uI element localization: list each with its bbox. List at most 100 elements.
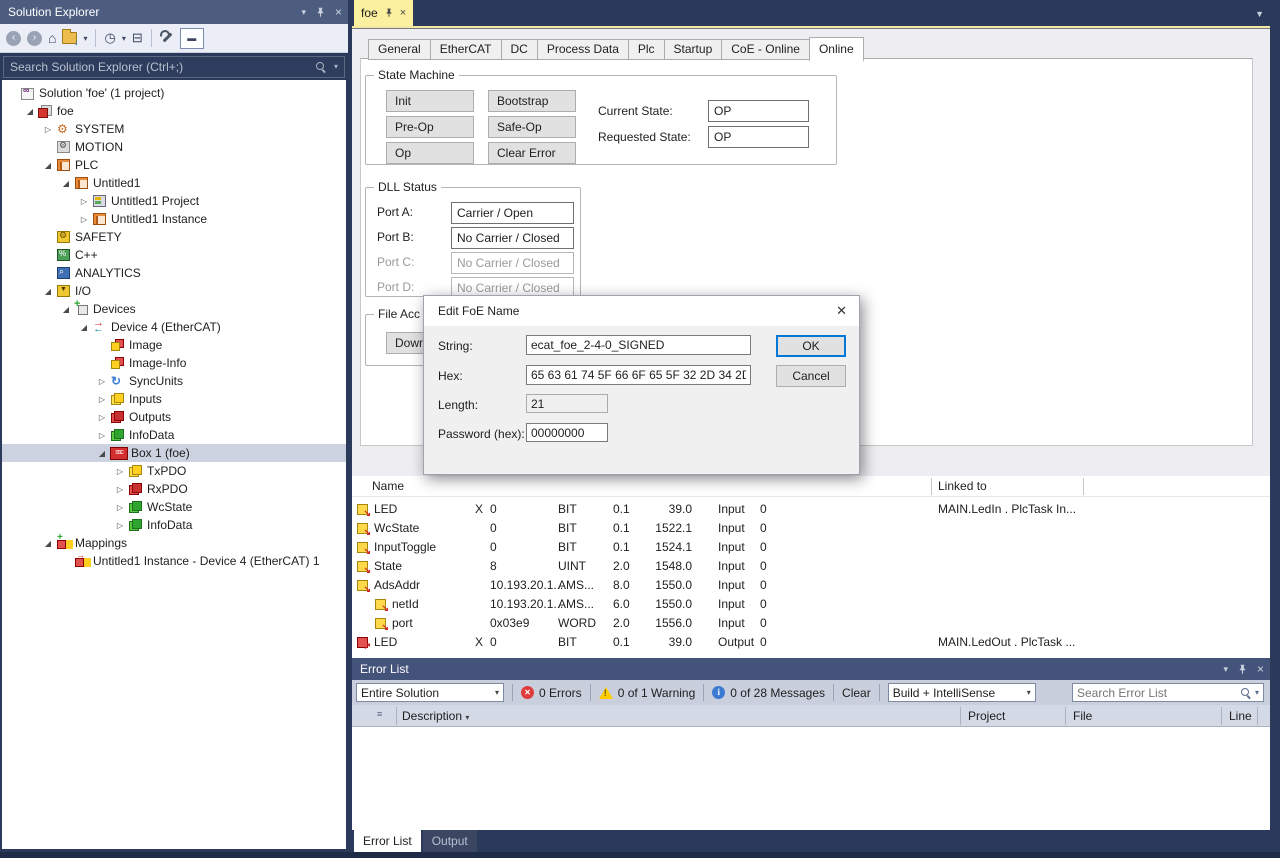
grid-row-state-input[interactable]: State8UINT2.0Input01548.0 [352,557,1270,576]
pre-op-button[interactable]: Pre-Op [386,116,474,138]
pin-icon[interactable] [315,5,326,19]
tree-item-mappings[interactable]: ◢Mappings [2,534,346,552]
tree-item-motion[interactable]: MOTION [2,138,346,156]
tab-general[interactable]: General [368,39,431,60]
error-list-search-box[interactable]: ▾ [1072,683,1264,702]
description-column-header[interactable]: Description ▾ [402,709,469,723]
sync-with-active-document-icon[interactable] [62,32,77,44]
tree-item-untitled1-instance-device-4-ethercat-1[interactable]: Untitled1 Instance - Device 4 (EtherCAT)… [2,552,346,570]
tree-item-safety[interactable]: SAFETY [2,228,346,246]
tab-process-data[interactable]: Process Data [538,39,629,60]
expander-expanded-icon[interactable]: ◢ [58,179,74,188]
panel-tab-error-list[interactable]: Error List [354,830,421,852]
close-icon[interactable]: × [1257,662,1264,676]
scope-dropdown[interactable]: Entire Solution ▾ [356,683,504,702]
tree-item-image[interactable]: Image [2,336,346,354]
clear-error-button[interactable]: Clear Error [488,142,576,164]
chevron-down-icon[interactable]: ▾ [122,34,126,43]
column-divider[interactable] [1257,707,1258,725]
tab-online[interactable]: Online [809,37,864,62]
expander-expanded-icon[interactable]: ◢ [40,161,56,170]
expander-collapsed-icon[interactable]: ▷ [112,503,128,512]
expander-collapsed-icon[interactable]: ▷ [94,395,110,404]
close-icon[interactable]: × [400,7,406,19]
linked-to-column-header[interactable]: Linked to [938,479,987,493]
expander-collapsed-icon[interactable]: ▷ [76,215,92,224]
column-divider[interactable] [960,707,961,725]
tree-item-i-o[interactable]: ◢I/O [2,282,346,300]
pin-icon[interactable] [384,7,394,19]
home-icon[interactable]: ⌂ [48,31,56,45]
download-button[interactable]: Down [386,332,426,354]
tree-item-untitled1[interactable]: ◢Untitled1 [2,174,346,192]
ok-button[interactable]: OK [776,335,846,357]
tree-item-infodata[interactable]: ▷InfoData [2,426,346,444]
search-box[interactable]: ▾ [3,56,345,78]
warnings-filter-button[interactable]: 0 of 1 Warning [599,686,696,700]
column-divider[interactable] [1221,707,1222,725]
collapse-all-icon[interactable]: ⊟ [132,31,143,45]
column-divider[interactable] [1083,478,1084,495]
tree-item-syncunits[interactable]: ▷SyncUnits [2,372,346,390]
tree-item-image-info[interactable]: Image-Info [2,354,346,372]
project-column-header[interactable]: Project [968,709,1005,723]
messages-filter-button[interactable]: i 0 of 28 Messages [712,686,825,700]
tree-item-outputs[interactable]: ▷Outputs [2,408,346,426]
tree-item-inputs[interactable]: ▷Inputs [2,390,346,408]
tab-coe-online[interactable]: CoE - Online [722,39,810,60]
tree-item-analytics[interactable]: ANALYTICS [2,264,346,282]
dialog-titlebar[interactable]: Edit FoE Name ✕ [424,296,859,326]
expander-collapsed-icon[interactable]: ▷ [40,125,56,134]
tree-item-plc[interactable]: ◢PLC [2,156,346,174]
expander-expanded-icon[interactable]: ◢ [40,287,56,296]
tree-item-devices[interactable]: ◢Devices [2,300,346,318]
grid-row-port-input[interactable]: port0x03e9WORD2.0Input01556.0 [352,614,1270,633]
hex-field[interactable] [526,365,751,385]
document-tab-foe[interactable]: foe × [354,0,413,26]
grid-row-adsaddr-input[interactable]: AdsAddr10.193.20.1...AMS...8.0Input01550… [352,576,1270,595]
string-field[interactable] [526,335,751,355]
preview-selected-items-toggle[interactable]: ▬ [180,28,204,49]
back-icon[interactable]: ‹ [6,31,21,46]
column-divider[interactable] [396,707,397,725]
cancel-button[interactable]: Cancel [776,365,846,387]
tree-item-device-4-ethercat[interactable]: ◢Device 4 (EtherCAT) [2,318,346,336]
tree-item-txpdo[interactable]: ▷TxPDO [2,462,346,480]
tree-item-infodata[interactable]: ▷InfoData [2,516,346,534]
chevron-down-icon[interactable]: ▾ [334,62,338,71]
init-button[interactable]: Init [386,90,474,112]
tree-item-rxpdo[interactable]: ▷RxPDO [2,480,346,498]
window-menu-icon[interactable]: ▾ [1223,664,1228,675]
expander-expanded-icon[interactable]: ◢ [58,305,74,314]
expander-collapsed-icon[interactable]: ▷ [112,467,128,476]
expander-collapsed-icon[interactable]: ▷ [112,485,128,494]
expander-expanded-icon[interactable]: ◢ [22,107,38,116]
severity-filter-icon[interactable]: ≡ [377,709,382,719]
search-input[interactable] [10,60,315,74]
column-divider[interactable] [931,478,932,495]
grid-row-inputtoggle-input[interactable]: InputToggle0BIT0.1Input01524.1 [352,538,1270,557]
tree-item-untitled1-project[interactable]: ▷Untitled1 Project [2,192,346,210]
grid-row-led-input[interactable]: LEDX0BIT0.1Input0MAIN.LedIn . PlcTask In… [352,500,1270,519]
tab-plc[interactable]: Plc [629,39,665,60]
chevron-down-icon[interactable]: ▾ [83,34,87,43]
grid-row-netid-input[interactable]: netId10.193.20.1...AMS...6.0Input01550.0 [352,595,1270,614]
tab-ethercat[interactable]: EtherCAT [431,39,502,60]
wrench-icon[interactable] [160,31,174,45]
tree-item-wcstate[interactable]: ▷WcState [2,498,346,516]
panel-tab-output[interactable]: Output [423,830,477,852]
expander-collapsed-icon[interactable]: ▷ [94,377,110,386]
tree-item-solution-foe-1-project[interactable]: Solution 'foe' (1 project) [2,84,346,102]
op-button[interactable]: Op [386,142,474,164]
column-divider[interactable] [1065,707,1066,725]
name-column-header[interactable]: Name [372,479,404,493]
search-icon[interactable] [315,61,327,73]
forward-icon[interactable]: › [27,31,42,46]
tab-list-chevron-icon[interactable]: ▼ [1255,9,1264,19]
pin-icon[interactable] [1237,662,1248,676]
tree-item-untitled1-instance[interactable]: ▷Untitled1 Instance [2,210,346,228]
tree-item-foe[interactable]: ◢foe [2,102,346,120]
password-field[interactable] [526,423,608,442]
source-dropdown[interactable]: Build + IntelliSense ▾ [888,683,1036,702]
window-menu-icon[interactable]: ▾ [301,7,306,18]
